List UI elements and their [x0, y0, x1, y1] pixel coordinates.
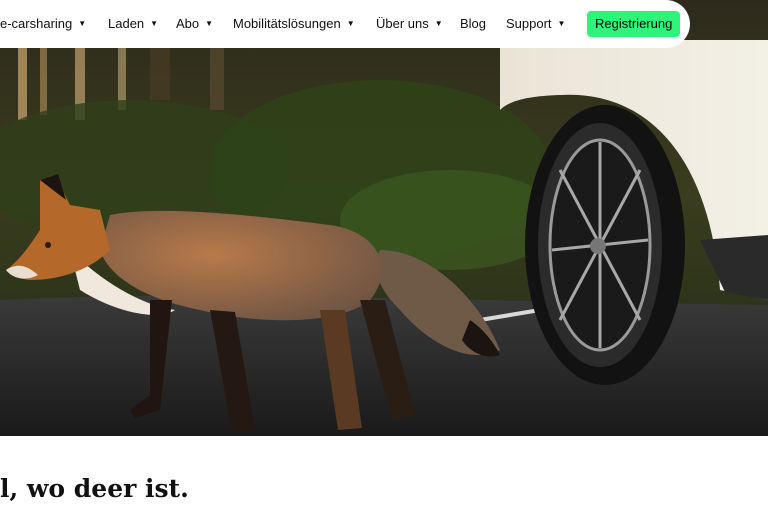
nav-item-label: Laden [108, 16, 145, 31]
register-button[interactable]: Registrierung [587, 11, 681, 37]
chevron-down-icon: ▼ [78, 19, 87, 28]
chevron-down-icon: ▼ [205, 19, 214, 28]
nav-item-e-carsharing[interactable]: e-carsharing ▼ [0, 16, 86, 31]
chevron-down-icon: ▼ [434, 19, 443, 28]
nav-item-label: Über uns [376, 16, 429, 31]
nav-item-label: Blog [460, 16, 487, 31]
chevron-down-icon: ▼ [150, 19, 159, 28]
nav-item-laden[interactable]: Laden ▼ [108, 16, 158, 31]
nav-item-label: Support [506, 16, 552, 31]
nav-item-ueber-uns[interactable]: Über uns ▼ [376, 16, 443, 31]
nav-item-abo[interactable]: Abo ▼ [176, 16, 213, 31]
nav-item-label: Mobilitätslösungen [233, 16, 341, 31]
nav-item-support[interactable]: Support ▼ [506, 16, 565, 31]
nav-item-label: Abo [176, 16, 200, 31]
hero-headline: l, wo deer ist. [0, 474, 189, 503]
hero-image [0, 0, 768, 436]
chevron-down-icon: ▼ [557, 19, 566, 28]
nav-item-label: e-carsharing [0, 16, 73, 31]
nav-item-mobilitaetsloesungen[interactable]: Mobilitätslösungen ▼ [233, 16, 355, 31]
top-navigation: e-carsharing ▼ Laden ▼ Abo ▼ Mobilitätsl… [0, 0, 690, 48]
nav-item-blog[interactable]: Blog [460, 16, 486, 31]
chevron-down-icon: ▼ [346, 19, 355, 28]
